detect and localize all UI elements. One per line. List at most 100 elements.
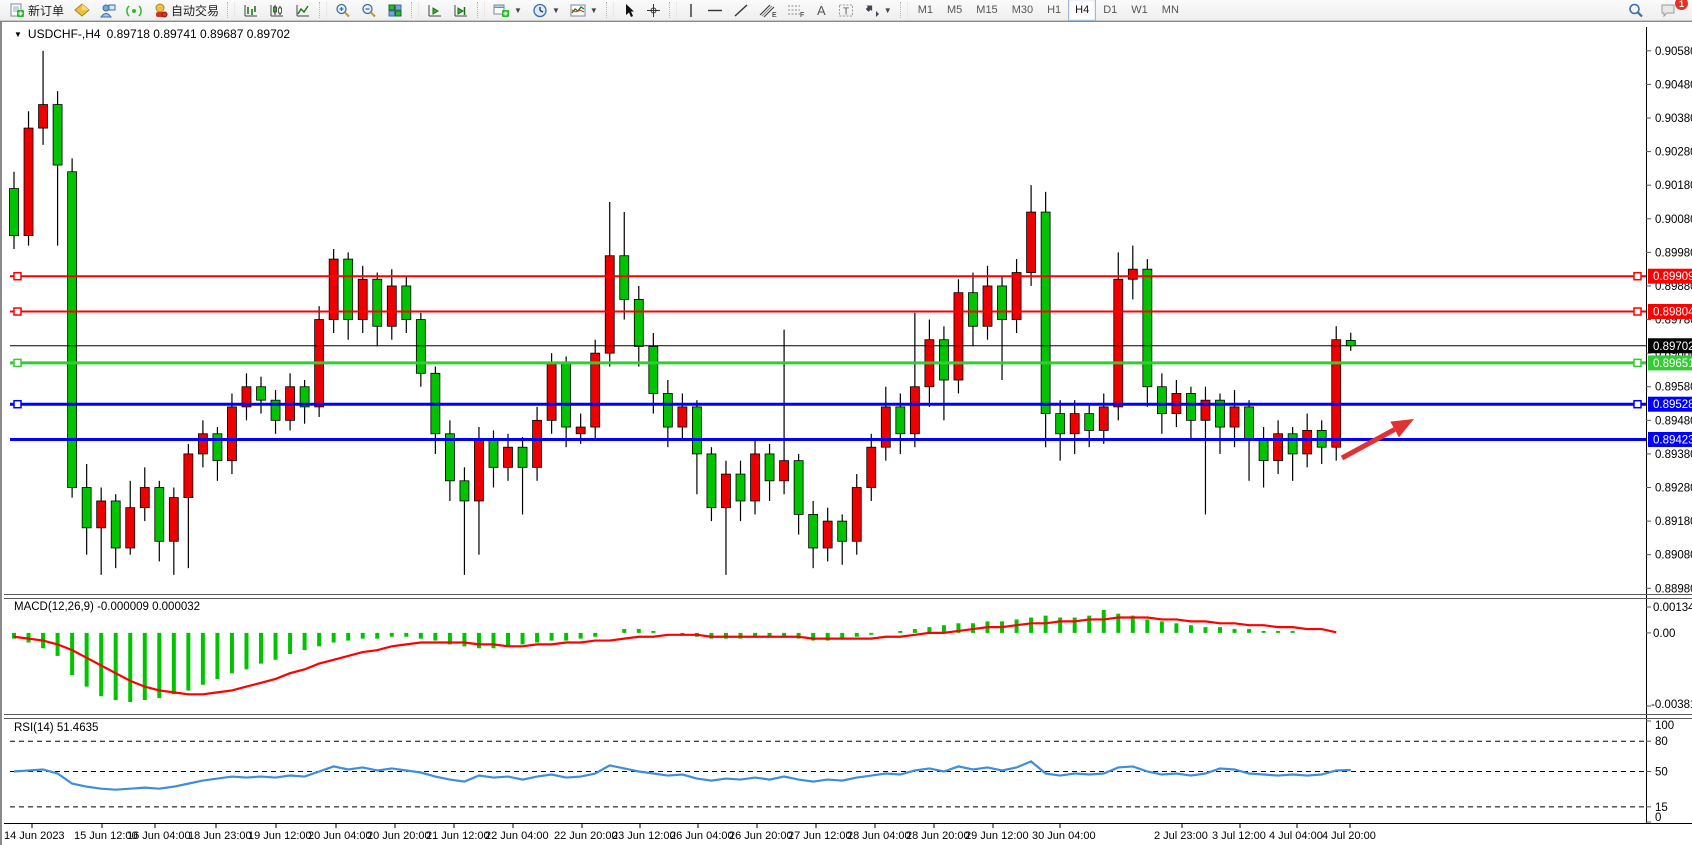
- bar-chart-button[interactable]: [238, 1, 264, 19]
- candle-down: [562, 363, 571, 427]
- chart-canvas[interactable]: 0.905800.904800.903800.902800.901800.900…: [2, 22, 1692, 845]
- timeframe-toolbar: M1M5M15M30H1H4D1W1MN: [911, 0, 1186, 20]
- candle-down: [344, 259, 353, 319]
- trendline-button[interactable]: [728, 1, 754, 19]
- timeframe-button-m1[interactable]: M1: [911, 0, 940, 21]
- timeframe-button-m15[interactable]: M15: [969, 0, 1004, 21]
- candle-up: [474, 440, 483, 500]
- line-handle[interactable]: [1634, 359, 1641, 366]
- equidistant-channel-icon: E: [759, 3, 777, 18]
- auto-scroll-button[interactable]: [422, 1, 448, 19]
- vertical-line-icon: [685, 3, 697, 18]
- collapse-icon[interactable]: ▼: [14, 30, 22, 39]
- chart-shift-button[interactable]: [448, 1, 474, 19]
- time-tick-label: 26 Jun 04:00: [670, 830, 734, 842]
- signals-icon: [126, 3, 142, 18]
- candle-up: [721, 474, 730, 508]
- line-handle[interactable]: [14, 401, 21, 408]
- candle-down: [1143, 269, 1152, 387]
- time-tick-label: 22 Jun 20:00: [554, 830, 618, 842]
- arrows-button[interactable]: ▼: [859, 1, 897, 19]
- line-handle[interactable]: [1634, 401, 1641, 408]
- time-tick-label: 4 Jul 20:00: [1322, 830, 1376, 842]
- cursor-icon: [622, 3, 636, 18]
- candle-down: [1288, 434, 1297, 454]
- candle-up: [97, 501, 106, 528]
- vertical-line-button[interactable]: [680, 1, 702, 19]
- candle-down: [968, 293, 977, 327]
- price-tick-label: 0.90480: [1655, 79, 1692, 91]
- text-button[interactable]: A: [810, 1, 833, 19]
- line-handle[interactable]: [1634, 273, 1641, 280]
- fibonacci-button[interactable]: F: [782, 1, 810, 19]
- candle-down: [707, 454, 716, 508]
- new-order-button[interactable]: 新订单: [4, 1, 69, 19]
- zoom-in-button[interactable]: [330, 1, 356, 19]
- price-tag-label: 0.89651: [1653, 358, 1692, 370]
- line-handle[interactable]: [14, 308, 21, 315]
- line-handle[interactable]: [1634, 308, 1641, 315]
- auto-trading-button[interactable]: 自动交易: [147, 1, 224, 19]
- new-chart-button[interactable]: ▼: [488, 1, 527, 19]
- candle-down: [53, 105, 62, 165]
- search-button[interactable]: [1623, 1, 1649, 19]
- candle-down: [765, 454, 774, 481]
- chart-window: ▼ USDCHF-,H4 0.89718 0.89741 0.89687 0.8…: [0, 21, 1692, 845]
- timeframe-button-w1[interactable]: W1: [1124, 0, 1155, 21]
- svg-text:A: A: [817, 3, 826, 18]
- crosshair-button[interactable]: [641, 1, 666, 19]
- search-icon: [1628, 3, 1644, 18]
- candle-down: [1259, 440, 1268, 460]
- equidistant-channel-button[interactable]: E: [754, 1, 782, 19]
- periods-button[interactable]: ▼: [527, 1, 565, 19]
- text-label-button[interactable]: T: [833, 1, 859, 19]
- chart-ohlc-readout: 0.89718 0.89741 0.89687 0.89702: [107, 27, 291, 41]
- line-chart-button[interactable]: [290, 1, 316, 19]
- candle-up: [983, 286, 992, 326]
- time-tick-label: 28 Jun 20:00: [906, 830, 970, 842]
- time-tick-label: 27 Jun 12:00: [788, 830, 852, 842]
- horizontal-line-button[interactable]: [702, 1, 728, 19]
- chevron-down-icon: ▼: [884, 6, 892, 15]
- timeframe-button-m5[interactable]: M5: [940, 0, 969, 21]
- macd-max-label: 0.001349: [1653, 602, 1692, 614]
- timeframe-button-m30[interactable]: M30: [1005, 0, 1040, 21]
- candle-down: [809, 514, 818, 548]
- time-tick-label: 23 Jun 12:00: [612, 830, 676, 842]
- candle-up: [227, 407, 236, 461]
- line-handle[interactable]: [14, 273, 21, 280]
- timeframe-button-mn[interactable]: MN: [1155, 0, 1186, 21]
- styler-button[interactable]: [69, 1, 95, 19]
- price-tick-label: 0.89580: [1655, 382, 1692, 394]
- candle-down: [518, 447, 527, 467]
- bar-chart-icon: [243, 3, 259, 18]
- time-tick-label: 14 Jun 2023: [4, 830, 65, 842]
- candlestick-chart-button[interactable]: [264, 1, 290, 19]
- indicators-button[interactable]: ▼: [565, 1, 603, 19]
- market-button[interactable]: [95, 1, 121, 19]
- candle-up: [547, 363, 556, 420]
- price-tag-label: 0.89909: [1653, 271, 1692, 283]
- main-toolbar: 新订单: [0, 0, 1692, 21]
- price-tick-label: 0.89380: [1655, 449, 1692, 461]
- cursor-button[interactable]: [617, 1, 641, 19]
- zoom-out-button[interactable]: [356, 1, 382, 19]
- text-label-icon: T: [838, 3, 854, 18]
- signals-button[interactable]: [121, 1, 147, 19]
- fibonacci-icon: F: [787, 3, 805, 18]
- timeframe-button-d1[interactable]: D1: [1096, 0, 1124, 21]
- svg-text:F: F: [800, 12, 804, 18]
- chart-background: [2, 22, 1692, 845]
- candle-up: [1230, 407, 1239, 427]
- candle-up: [881, 407, 890, 447]
- timeframe-button-h4[interactable]: H4: [1068, 0, 1096, 21]
- candle-up: [1274, 434, 1283, 461]
- news-button[interactable]: 1: [1655, 1, 1682, 19]
- timeframe-button-h1[interactable]: H1: [1040, 0, 1068, 21]
- candle-up: [329, 259, 338, 319]
- tile-windows-button[interactable]: [382, 1, 408, 19]
- macd-label: MACD(12,26,9) -0.000009 0.000032: [14, 601, 200, 613]
- line-handle[interactable]: [14, 359, 21, 366]
- candle-down: [1085, 414, 1094, 431]
- metatrader-app: 新订单: [0, 0, 1692, 845]
